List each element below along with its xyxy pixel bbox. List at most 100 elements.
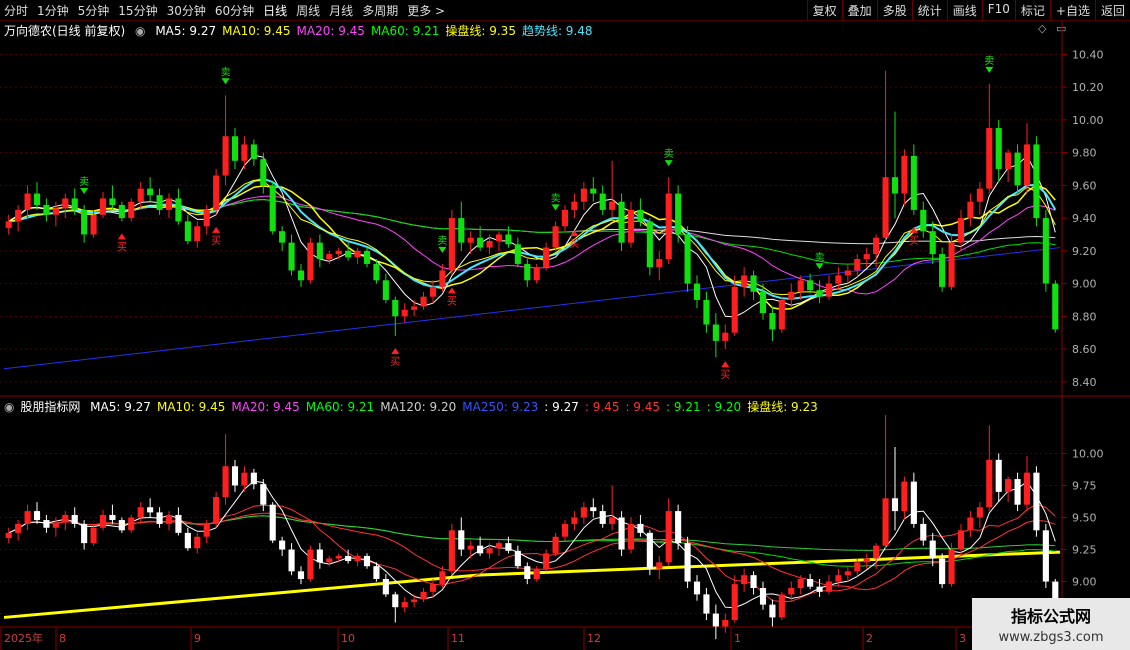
candle-body xyxy=(156,195,163,210)
tool-button-6[interactable]: 标记 xyxy=(1014,0,1050,20)
candle-body xyxy=(967,201,974,219)
sub-candle-body xyxy=(967,517,974,531)
candle-body xyxy=(571,201,578,210)
candle-body xyxy=(882,177,889,238)
candle-body xyxy=(316,242,323,260)
sub-candle-body xyxy=(571,517,578,524)
candle-body xyxy=(363,250,371,264)
tab-period-6[interactable]: 日线 xyxy=(263,4,287,18)
tab-period-9[interactable]: 多周期 xyxy=(362,4,398,18)
tool-button-5[interactable]: F10 xyxy=(981,0,1015,20)
sub-candle-body xyxy=(976,507,983,518)
candle-body xyxy=(995,128,1002,169)
candle-body xyxy=(693,283,701,300)
candle-body xyxy=(147,188,154,196)
candle-body xyxy=(439,270,446,287)
candle-body xyxy=(175,198,182,222)
tab-period-5[interactable]: 60分钟 xyxy=(215,4,254,18)
sub-candle-body xyxy=(1005,479,1012,492)
sub-price-tick-label: 10.00 xyxy=(1072,447,1104,460)
candle-body xyxy=(920,209,927,232)
sub-candle-body xyxy=(335,555,342,559)
candle-body xyxy=(137,188,144,202)
price-tick-label: 8.40 xyxy=(1072,376,1097,389)
candle-body xyxy=(816,290,823,297)
sub-candle-body xyxy=(712,613,719,627)
tool-button-0[interactable]: 复权 xyxy=(806,0,842,20)
tab-period-8[interactable]: 月线 xyxy=(329,4,353,18)
sub-price-tick-label: 9.25 xyxy=(1072,544,1097,557)
candle-body xyxy=(986,128,993,189)
sub-candle-body xyxy=(873,545,880,559)
tab-period-0[interactable]: 分时 xyxy=(4,4,28,18)
candle-body xyxy=(514,244,521,264)
candle-body xyxy=(231,136,239,161)
sub-candle-body xyxy=(71,514,78,524)
sell-arrow-icon xyxy=(221,78,230,85)
tool-button-4[interactable]: 画线 xyxy=(946,0,982,20)
tab-period-7[interactable]: 周线 xyxy=(296,4,320,18)
sub-candle-body xyxy=(750,575,757,588)
candle-body xyxy=(184,221,191,242)
candle-body xyxy=(1033,144,1040,219)
sub-price-tick-label: 9.00 xyxy=(1072,576,1097,589)
candle-body xyxy=(203,209,210,227)
tool-button-8[interactable]: 返回 xyxy=(1094,0,1130,20)
sub-candle-body xyxy=(1014,479,1021,505)
sub-candle-body xyxy=(495,543,503,549)
candle-body xyxy=(128,201,135,219)
sub-candle-body xyxy=(646,532,653,569)
sub-candle-body xyxy=(986,459,993,508)
tab-period-4[interactable]: 30分钟 xyxy=(167,4,206,18)
date-axis-label: 2025年 xyxy=(4,631,43,645)
tool-button-3[interactable]: 统计 xyxy=(911,0,947,20)
candle-body xyxy=(948,242,955,287)
ma250-line xyxy=(3,247,1061,370)
candle-body xyxy=(24,193,31,210)
tab-period-2[interactable]: 5分钟 xyxy=(78,4,110,18)
sub-candle-body xyxy=(609,517,616,524)
kline-chart[interactable]: 10.40 10.20 10.00 9.80 9.60 9.40 9.20 9.00 8.80 8… xyxy=(0,20,1130,650)
watermark-title: 指标公式网 xyxy=(1010,607,1091,626)
candle-body xyxy=(939,254,946,287)
price-tick-label: 8.80 xyxy=(1072,310,1097,323)
sub-candle-body xyxy=(1023,472,1031,505)
candle-body xyxy=(373,263,380,281)
candle-body xyxy=(335,250,342,255)
sub-candle-body xyxy=(514,550,521,567)
ma5-line xyxy=(8,154,1056,318)
sub-candle-body xyxy=(326,558,333,563)
sub-candle-body xyxy=(33,511,41,521)
sub-candle-body xyxy=(81,523,88,544)
tab-period-1[interactable]: 1分钟 xyxy=(37,4,69,18)
candle-body xyxy=(448,218,455,271)
candle-body xyxy=(797,280,804,292)
sub-candle-body xyxy=(222,466,229,497)
candle-body xyxy=(477,237,484,248)
candle-body xyxy=(524,263,531,281)
sub-candle-body xyxy=(373,566,380,579)
sub-candle-body xyxy=(590,507,597,512)
tool-button-1[interactable]: 叠加 xyxy=(841,0,877,20)
candle-body xyxy=(345,250,352,258)
sub-candle-body xyxy=(807,579,814,587)
sub-candle-body xyxy=(297,571,305,579)
tool-button-2[interactable]: 多股 xyxy=(876,0,912,20)
sell-signal-label: 卖 xyxy=(79,176,89,188)
sell-arrow-icon xyxy=(80,187,89,194)
candle-body xyxy=(656,259,663,268)
candle-body xyxy=(260,159,267,186)
candle-body xyxy=(646,221,653,268)
tab-period-10[interactable]: 更多 > xyxy=(407,4,445,18)
candle-body xyxy=(835,275,842,284)
sub-candle-body xyxy=(477,545,484,554)
buy-signal-label: 买 xyxy=(909,235,919,247)
sub-candle-body xyxy=(627,523,635,550)
sub-candle-body xyxy=(533,568,540,579)
candle-body xyxy=(1014,152,1021,186)
tab-period-3[interactable]: 15分钟 xyxy=(118,4,157,18)
tool-button-7[interactable]: +自选 xyxy=(1049,0,1095,20)
tool-buttons: 复权 叠加 多股 统计 画线 F10 标记 +自选 返回 xyxy=(806,0,1130,20)
sub-candle-body xyxy=(882,498,889,546)
sub-candle-body xyxy=(458,530,465,550)
